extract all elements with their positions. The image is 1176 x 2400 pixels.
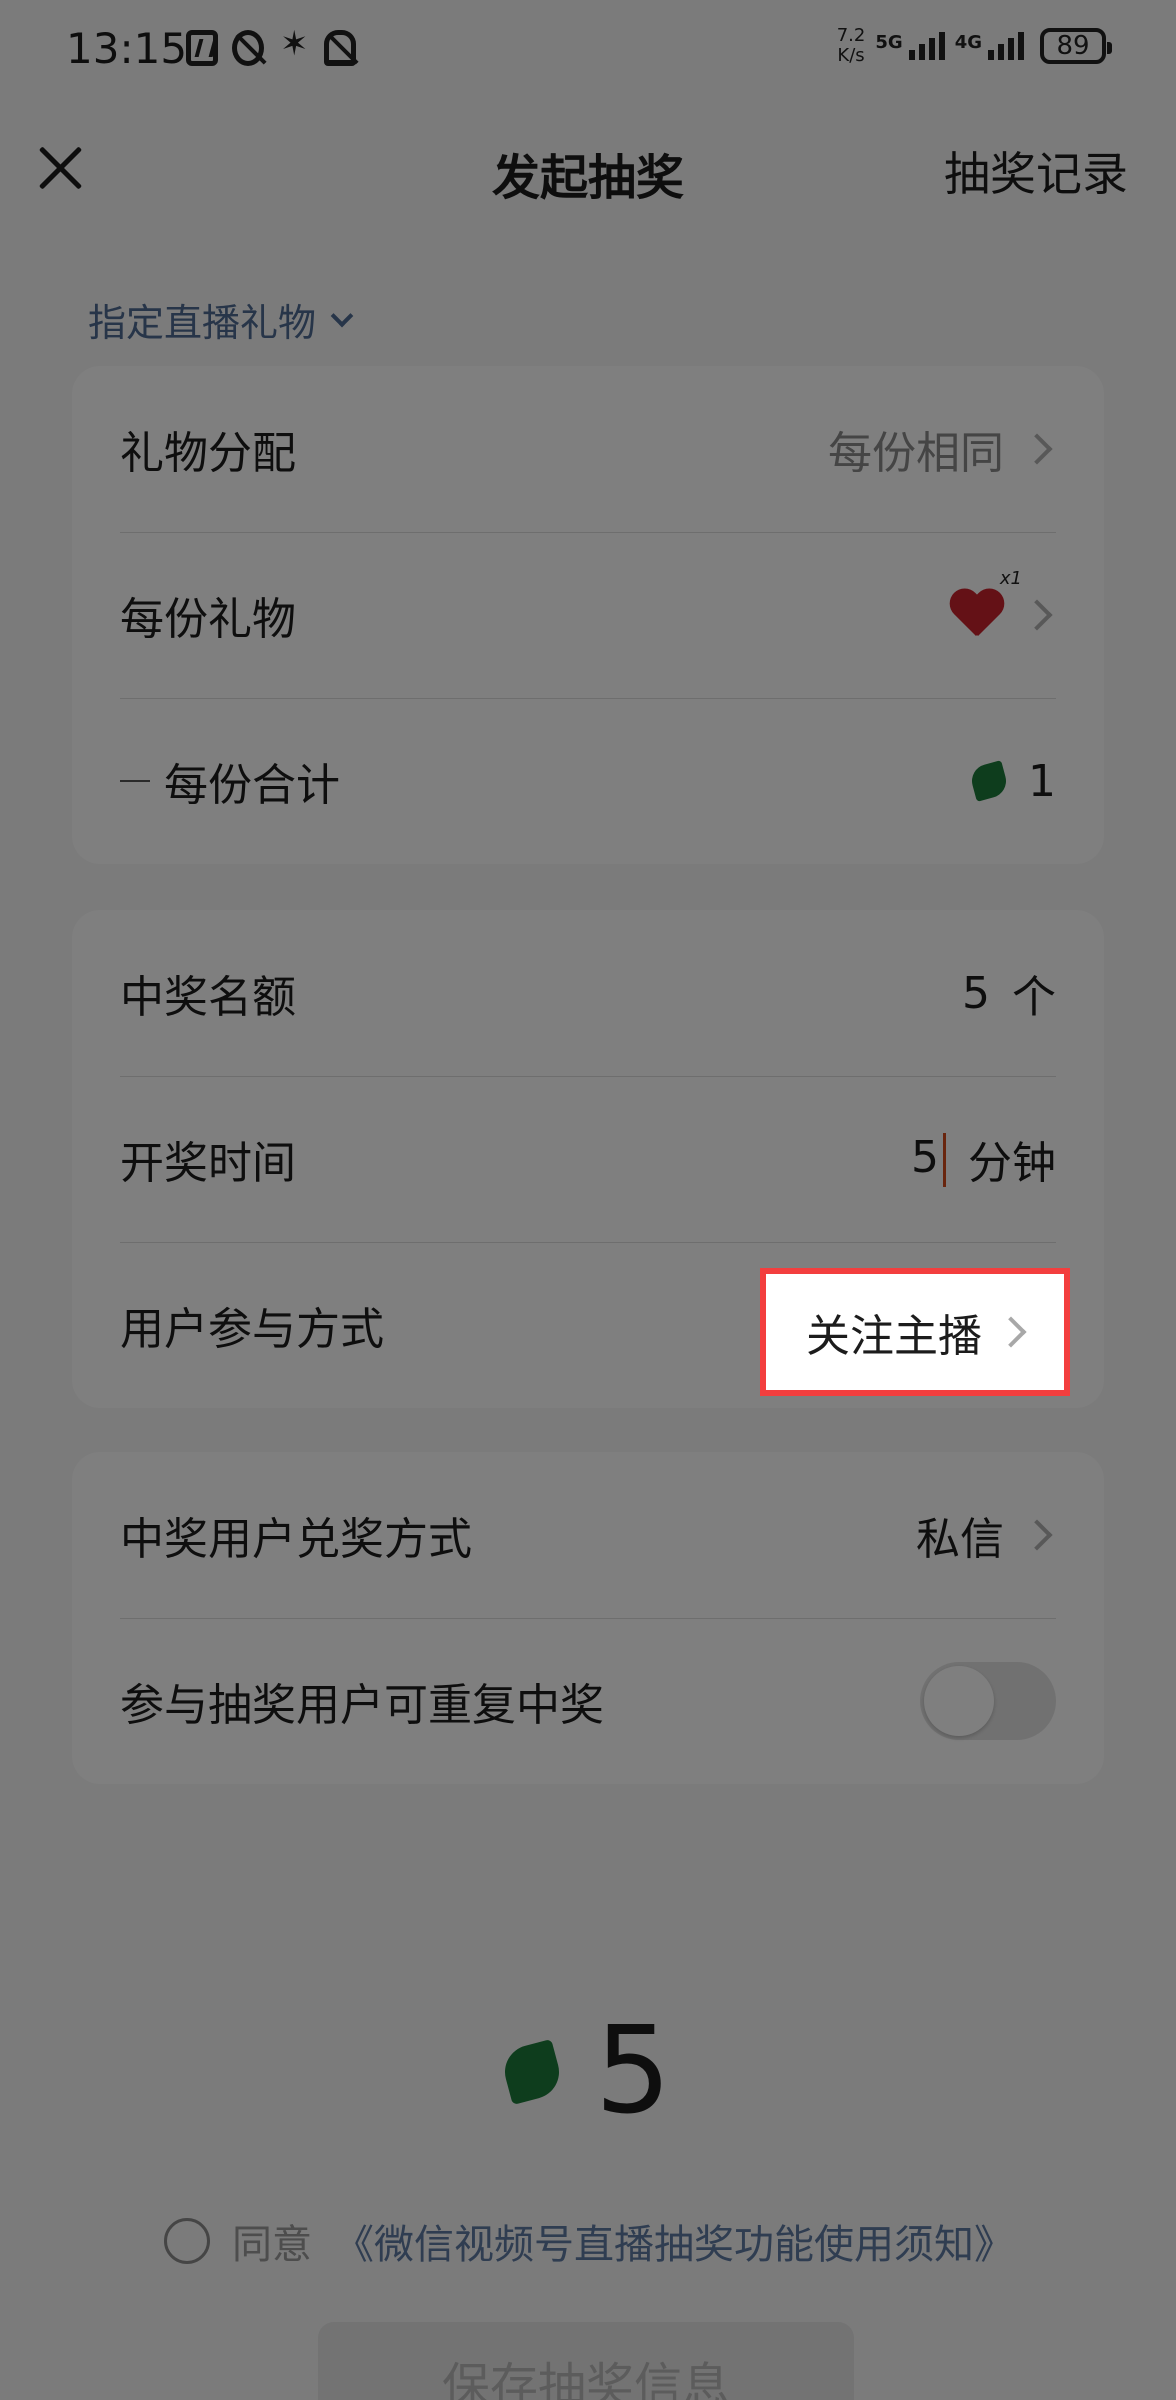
gift-allocation-label: 礼物分配	[120, 428, 296, 479]
draw-time-row[interactable]: 开奖时间 5 分钟	[72, 1076, 1104, 1242]
repeat-win-row: 参与抽奖用户可重复中奖	[72, 1618, 1104, 1784]
lottery-setup-page: 13:15 7.2 K/s 5G 4G 89	[0, 0, 1176, 2400]
bluetooth-icon	[278, 24, 310, 66]
gift-type-label: 指定直播礼物	[88, 301, 317, 345]
subtotal-value: 1	[1028, 755, 1056, 807]
nfc-icon	[186, 30, 218, 66]
lottery-history-link[interactable]: 抽奖记录	[944, 138, 1128, 204]
signal-4g-icon: 4G	[955, 32, 1024, 60]
seed-coin-icon	[968, 760, 1010, 802]
winners-value[interactable]: 5	[962, 968, 990, 1019]
participation-label: 用户参与方式	[120, 1304, 384, 1355]
redeem-card: 中奖用户兑奖方式 私信 参与抽奖用户可重复中奖	[72, 1452, 1104, 1784]
gift-card: 礼物分配 每份相同 每份礼物 x1 每份合计 1	[72, 366, 1104, 864]
gift-allocation-row[interactable]: 礼物分配 每份相同	[72, 366, 1104, 532]
gift-quantity: x1	[999, 568, 1022, 589]
seed-coin-icon	[498, 2038, 565, 2105]
gift-allocation-value: 每份相同	[828, 428, 1004, 479]
heart-gift-icon: x1	[948, 568, 1022, 640]
repeat-win-label: 参与抽奖用户可重复中奖	[120, 1680, 604, 1731]
agree-prefix: 同意	[232, 2222, 312, 2268]
battery-icon: 89	[1040, 28, 1112, 64]
save-lottery-button[interactable]: 保存抽奖信息	[318, 2322, 854, 2400]
draw-time-input[interactable]: 5	[911, 1132, 946, 1187]
draw-time-label: 开奖时间	[120, 1138, 296, 1189]
redeem-method-label: 中奖用户兑奖方式	[120, 1514, 472, 1565]
gift-per-share-row[interactable]: 每份礼物 x1	[72, 532, 1104, 698]
chevron-right-icon	[1021, 433, 1053, 465]
status-icons	[186, 24, 356, 66]
chevron-right-icon	[1021, 1519, 1053, 1551]
agree-radio[interactable]	[164, 2218, 210, 2264]
total-cost: 5	[0, 2002, 1176, 2141]
signal-5g-icon: 5G	[875, 32, 945, 60]
nav-bar: 发起抽奖 抽奖记录	[0, 120, 1176, 230]
gift-per-share-label: 每份礼物	[120, 594, 296, 645]
dash-icon	[120, 780, 150, 782]
gift-type-selector[interactable]: 指定直播礼物	[88, 292, 354, 347]
winners-unit: 个	[1012, 972, 1056, 1023]
alarm-off-icon	[232, 30, 264, 66]
agreement-link[interactable]: 《微信视频号直播抽奖功能使用须知》	[334, 2212, 1014, 2270]
network-speed: 7.2 K/s	[836, 25, 866, 66]
status-time: 13:15	[66, 24, 188, 73]
chevron-right-icon	[1021, 599, 1053, 631]
winners-row[interactable]: 中奖名额 5 个	[72, 910, 1104, 1076]
agreement: 同意 《微信视频号直播抽奖功能使用须知》	[164, 2212, 1014, 2270]
participation-option-highlight[interactable]: 关注主播	[760, 1268, 1070, 1396]
redeem-method-row[interactable]: 中奖用户兑奖方式 私信	[72, 1452, 1104, 1618]
chevron-right-icon	[995, 1316, 1027, 1348]
mute-icon	[324, 30, 356, 66]
status-right: 7.2 K/s 5G 4G 89	[836, 25, 1112, 66]
redeem-method-value: 私信	[916, 1514, 1004, 1565]
draw-time-unit: 分钟	[968, 1138, 1056, 1189]
repeat-win-toggle[interactable]	[920, 1662, 1056, 1740]
chevron-down-icon	[330, 304, 354, 327]
subtotal-label: 每份合计	[164, 760, 340, 811]
subtotal-row: 每份合计 1	[72, 698, 1104, 864]
winners-label: 中奖名额	[120, 972, 296, 1023]
status-bar: 13:15 7.2 K/s 5G 4G 89	[0, 0, 1176, 100]
text-caret	[943, 1132, 946, 1187]
participation-value: 关注主播	[806, 1311, 982, 1362]
total-value: 5	[594, 2002, 672, 2141]
